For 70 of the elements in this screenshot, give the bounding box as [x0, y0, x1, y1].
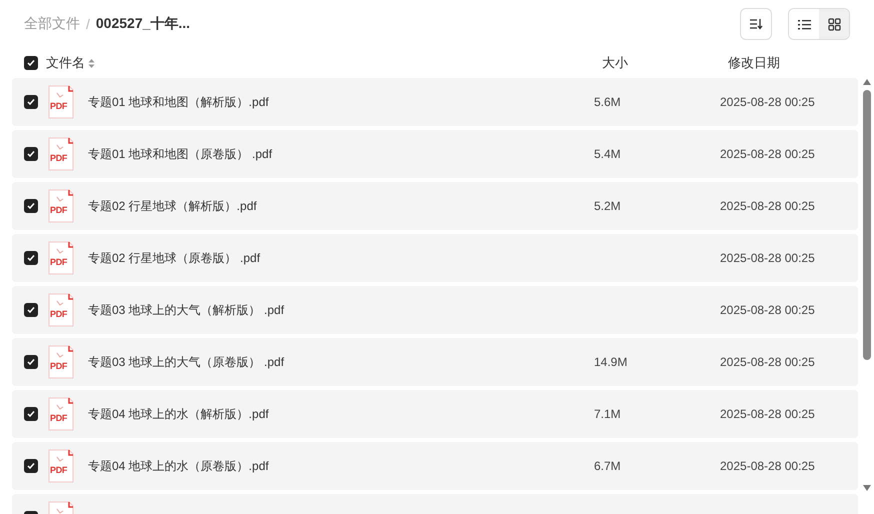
breadcrumb-item[interactable]: 002527_十年... [96, 15, 190, 33]
file-size: 5.6M [594, 95, 622, 109]
file-row[interactable]: PDF 专题03 地球上的大气（原卷版） .pdf 14.9M 2025-08-28 00:25 [12, 338, 858, 386]
modified-date: 2025-08-28 00:25 [720, 95, 815, 109]
select-all-checkbox[interactable] [24, 56, 38, 70]
scrollbar-thumb[interactable] [863, 90, 871, 360]
row-checkbox[interactable] [24, 147, 38, 161]
row-checkbox[interactable] [24, 355, 38, 369]
file-size: 7.1M [594, 407, 622, 421]
check-icon [27, 410, 35, 418]
check-icon [27, 202, 35, 210]
modified-date: 2025-08-28 00:25 [720, 407, 815, 421]
column-header: 修改日期 [728, 54, 780, 72]
modified-date: 2025-08-28 00:25 [720, 303, 815, 317]
row-checkbox[interactable] [24, 459, 38, 473]
file-size: 6.7M [594, 459, 622, 473]
file-row[interactable]: PDF 专题02 行星地球（原卷版） .pdf 2025-08-28 00:25 [12, 234, 858, 282]
check-icon [27, 254, 35, 262]
check-icon [27, 98, 35, 106]
file-size: 5.2M [594, 199, 622, 213]
file-row[interactable]: PDF 专题04 地球上的水（原卷版）.pdf 6.7M 2025-08-28 00:25 [12, 442, 858, 490]
file-name: 专题01 地球和地图（原卷版） .pdf [88, 146, 274, 162]
file-row[interactable]: PDF 专题01 地球和地图（原卷版） .pdf 5.4M 2025-08-28 00:25 [12, 130, 858, 178]
file-name: 专题04 地球上的水（解析版）.pdf [88, 406, 270, 422]
row-checkbox[interactable] [24, 303, 38, 317]
file-size: 14.9M [594, 355, 628, 369]
file-name: 专题03 地球上的大气（解析版） .pdf [88, 302, 286, 318]
file-name: 专题03 地球上的大气（原卷版） .pdf [88, 354, 286, 370]
row-checkbox[interactable] [24, 407, 38, 421]
file-name: 专题02 行星地球（原卷版） .pdf [88, 250, 262, 266]
file-name: 专题02 行星地球（解析版）.pdf [88, 198, 258, 214]
file-name: 专题01 地球和地图（解析版）.pdf [88, 94, 270, 110]
modified-date: 2025-08-28 00:25 [720, 147, 815, 161]
check-icon [27, 150, 35, 158]
check-icon [27, 358, 35, 366]
modified-date: 2025-08-28 00:25 [720, 355, 815, 369]
check-icon [27, 462, 35, 470]
list-icon [798, 18, 810, 30]
file-row[interactable]: PDF 专题02 行星地球（解析版）.pdf 5.2M 2025-08-28 00:25 [12, 182, 858, 230]
pdf-file-icon: PDF [48, 137, 74, 171]
pdf-file-icon: PDF [48, 449, 74, 483]
pdf-file-icon: PDF [48, 241, 74, 275]
file-row[interactable]: PDF 专题03 地球上的大气（解析版） .pdf 2025-08-28 00:25 [12, 286, 858, 334]
row-checkbox[interactable] [24, 251, 38, 265]
row-checkbox[interactable] [24, 95, 38, 109]
row-checkbox[interactable] [24, 199, 38, 213]
grid-view-button[interactable] [819, 9, 849, 39]
column-header[interactable]: 文件名 [46, 54, 85, 72]
pdf-file-icon: PDF [48, 189, 74, 223]
file-name: 专题04 地球上的水（原卷版）.pdf [88, 458, 270, 474]
pdf-file-icon: PDF [48, 293, 74, 327]
sort-icon [88, 58, 95, 68]
sort-button[interactable] [740, 8, 772, 40]
file-row[interactable]: PDF 专题04 地球上的水（解析版）.pdf 7.1M 2025-08-28 00:25 [12, 390, 858, 438]
scroll-up-icon[interactable] [862, 78, 872, 86]
column-header: 大小 [602, 54, 629, 72]
check-icon [27, 59, 35, 67]
pdf-file-icon: PDF [48, 397, 74, 431]
sort-icon [749, 18, 763, 30]
file-size: 5.4M [594, 147, 622, 161]
pdf-file-icon: PDF [48, 345, 74, 379]
modified-date: 2025-08-28 00:25 [720, 199, 815, 213]
pdf-file-icon: PDF [48, 85, 74, 119]
check-icon [27, 306, 35, 314]
breadcrumb-separator: / [86, 16, 90, 32]
modified-date: 2025-08-28 00:25 [720, 251, 815, 265]
modified-date: 2025-08-28 00:25 [720, 459, 815, 473]
file-row[interactable]: PDF 专题01 地球和地图（解析版）.pdf 5.6M 2025-08-28 00:25 [12, 78, 858, 126]
grid-icon [828, 18, 840, 30]
scroll-down-icon[interactable] [862, 484, 872, 492]
